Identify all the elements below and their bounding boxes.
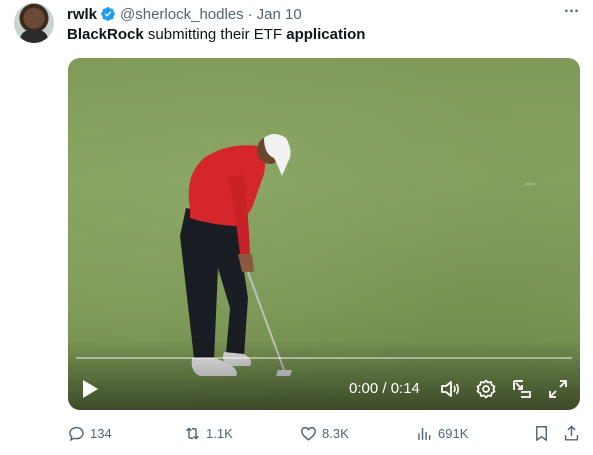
verified-badge-icon xyxy=(101,7,115,21)
share-button[interactable] xyxy=(562,424,585,443)
fullscreen-icon[interactable] xyxy=(547,378,569,400)
author-handle[interactable]: @sherlock_hodles xyxy=(120,6,244,23)
settings-icon[interactable] xyxy=(475,378,497,400)
author-avatar[interactable] xyxy=(14,3,54,43)
video-progress-bar[interactable] xyxy=(76,357,572,359)
pip-icon[interactable] xyxy=(511,378,533,400)
share-icon xyxy=(564,425,579,441)
bookmark-icon xyxy=(536,426,547,441)
more-options-icon[interactable]: … xyxy=(562,0,582,22)
tweet-text-regular: submitting their ETF xyxy=(143,26,287,43)
views-button[interactable]: 691K xyxy=(415,424,468,443)
reply-count: 134 xyxy=(90,426,112,441)
bookmark-button[interactable] xyxy=(532,424,555,443)
reply-button[interactable]: 134 xyxy=(67,424,112,443)
repost-icon xyxy=(186,427,199,440)
volume-icon[interactable] xyxy=(439,378,461,400)
tweet-text-bold-1: BlackRock xyxy=(67,26,144,43)
tweet-actions: 134 1.1K 8.3K 691K xyxy=(0,424,593,446)
video-time: 0:00 / 0:14 xyxy=(349,380,420,397)
tweet-header: rwlk @sherlock_hodles · Jan 10 xyxy=(67,4,302,24)
author-name[interactable]: rwlk xyxy=(67,6,97,23)
heart-icon xyxy=(301,426,316,441)
analytics-icon xyxy=(418,427,431,440)
view-count: 691K xyxy=(438,426,469,441)
play-icon[interactable] xyxy=(80,378,100,400)
repost-button[interactable]: 1.1K xyxy=(183,424,233,443)
header-separator: · xyxy=(247,5,253,23)
reply-icon xyxy=(69,426,84,442)
tweet-text: BlackRock submitting their ETF applicati… xyxy=(67,26,365,43)
tweet-date[interactable]: Jan 10 xyxy=(257,6,302,23)
like-button[interactable]: 8.3K xyxy=(299,424,349,443)
tweet-text-bold-2: application xyxy=(286,26,366,43)
video-player[interactable]: 0:00 / 0:14 xyxy=(68,58,580,410)
like-count: 8.3K xyxy=(322,426,349,441)
video-controls-backdrop xyxy=(68,340,580,410)
repost-count: 1.1K xyxy=(206,426,233,441)
